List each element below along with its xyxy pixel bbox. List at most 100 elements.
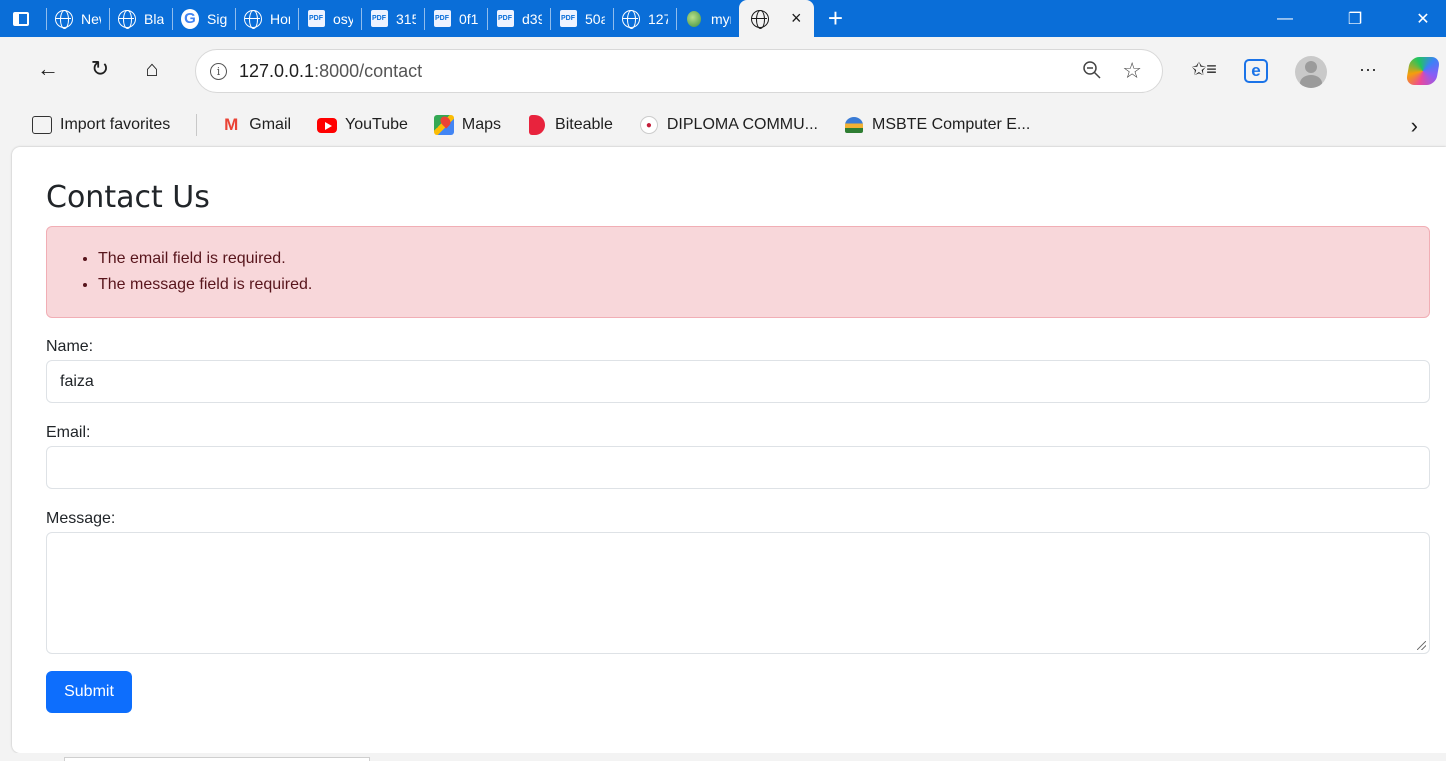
globe-icon — [244, 9, 262, 29]
url-text[interactable]: 127.0.0.1:8000/contact — [239, 61, 422, 82]
google-icon: G — [181, 8, 199, 29]
tab-label: myr — [711, 10, 731, 27]
favorite-msbte[interactable]: MSBTE Computer E... — [844, 115, 1030, 135]
msbte-icon — [844, 115, 864, 135]
close-window-button[interactable]: ✕ — [1400, 0, 1446, 37]
favorite-diploma[interactable]: ● DIPLOMA COMMU... — [639, 115, 818, 135]
error-alert: The email field is required. The message… — [46, 226, 1430, 318]
tab-osy[interactable]: PDF osy — [294, 0, 357, 37]
tab-new[interactable]: New — [42, 0, 105, 37]
pdf-icon: PDF — [370, 10, 388, 28]
tab-separator — [550, 7, 551, 30]
tab-127[interactable]: 127. — [609, 0, 672, 37]
tab-0f1e[interactable]: PDF 0f1e — [420, 0, 483, 37]
tab-separator — [361, 7, 362, 30]
tab-315[interactable]: PDF 315 — [357, 0, 420, 37]
favorite-star-icon[interactable]: ☆ — [1122, 58, 1142, 84]
pdf-icon: PDF — [433, 10, 451, 28]
profile-avatar[interactable] — [1295, 56, 1327, 88]
page-viewport: Contact Us The email field is required. … — [12, 147, 1446, 753]
maps-icon — [433, 115, 454, 135]
more-options-button[interactable]: ··· — [1351, 52, 1385, 86]
drop-icon — [685, 10, 703, 28]
back-button[interactable]: ← — [31, 52, 65, 86]
email-label: Email: — [46, 424, 91, 441]
tab-actions-button[interactable] — [0, 0, 42, 37]
navigation-toolbar: ← ↻ ⌂ i 127.0.0.1:8000/contact ☆ ✩≡ e ··… — [0, 37, 1446, 105]
new-tab-button[interactable]: + — [814, 3, 858, 34]
globe-icon — [751, 9, 769, 29]
minimize-button[interactable]: — — [1262, 0, 1308, 37]
message-label: Message: — [46, 510, 116, 527]
tab-separator — [46, 7, 47, 30]
error-list: The email field is required. The message… — [98, 246, 1429, 298]
tab-myr[interactable]: myr — [672, 0, 735, 37]
home-button[interactable]: ⌂ — [135, 52, 169, 86]
tab-home[interactable]: Hon — [231, 0, 294, 37]
address-bar[interactable]: i 127.0.0.1:8000/contact ☆ — [195, 49, 1163, 93]
youtube-icon — [317, 115, 338, 135]
tab-label: osy — [333, 10, 353, 27]
tab-separator — [613, 7, 614, 30]
globe-icon — [55, 9, 73, 29]
copilot-icon[interactable] — [1405, 57, 1441, 85]
close-tab-icon[interactable]: × — [791, 8, 802, 29]
tab-separator — [676, 7, 677, 30]
zoom-out-icon[interactable] — [1082, 60, 1102, 85]
tab-active[interactable]: × — [739, 0, 814, 37]
globe-icon — [622, 9, 640, 29]
reload-button[interactable]: ↻ — [83, 52, 117, 86]
tab-separator — [487, 7, 488, 30]
tab-label: Blac — [144, 10, 164, 27]
tab-label: Sign — [207, 10, 227, 27]
error-item: The message field is required. — [98, 272, 1429, 298]
favorite-maps[interactable]: Maps — [433, 115, 501, 135]
name-input[interactable]: faiza — [46, 360, 1430, 403]
favorite-gmail[interactable]: M Gmail — [221, 115, 291, 135]
globe-icon — [118, 9, 136, 29]
diploma-icon: ● — [639, 115, 659, 135]
name-label: Name: — [46, 338, 94, 355]
pdf-icon: PDF — [307, 10, 325, 28]
tab-label: 50a — [585, 10, 605, 27]
tab-label: d39 — [522, 10, 542, 27]
restore-button[interactable]: ❐ — [1332, 0, 1378, 37]
favorites-list-icon[interactable]: ✩≡ — [1187, 52, 1221, 86]
page-title: Contact Us — [46, 180, 210, 215]
favorite-biteable[interactable]: Biteable — [527, 115, 613, 135]
tab-black[interactable]: Blac — [105, 0, 168, 37]
tab-separator — [235, 7, 236, 30]
import-icon — [32, 115, 52, 135]
favorites-overflow-button[interactable]: › — [1411, 113, 1418, 139]
favorites-separator — [196, 114, 198, 136]
pdf-icon: PDF — [496, 10, 514, 28]
gmail-icon: M — [224, 115, 239, 134]
message-textarea[interactable] — [46, 532, 1430, 654]
tab-50a[interactable]: PDF 50a — [546, 0, 609, 37]
tab-actions-icon — [13, 11, 29, 26]
tab-label: New — [81, 10, 101, 27]
tab-separator — [172, 7, 173, 30]
submit-button[interactable]: Submit — [46, 671, 132, 713]
error-item: The email field is required. — [98, 246, 1429, 272]
favorite-import[interactable]: Import favorites — [32, 115, 170, 135]
tab-sign-in[interactable]: G Sign — [168, 0, 231, 37]
tab-separator — [109, 7, 110, 30]
pdf-icon: PDF — [559, 10, 577, 28]
bottom-panel — [64, 757, 370, 761]
favorites-bar: Import favorites M Gmail YouTube Maps Bi… — [0, 105, 1446, 145]
edge-icon[interactable]: e — [1244, 59, 1268, 83]
tab-label: 127. — [648, 10, 668, 27]
tab-separator — [298, 7, 299, 30]
resize-handle-icon[interactable] — [1417, 641, 1426, 650]
tab-label: 315 — [396, 10, 416, 27]
tab-separator — [424, 7, 425, 30]
favorite-youtube[interactable]: YouTube — [317, 115, 408, 135]
site-info-icon[interactable]: i — [210, 62, 227, 80]
tab-label: Hon — [270, 10, 290, 27]
email-input[interactable] — [46, 446, 1430, 489]
biteable-icon — [527, 115, 547, 135]
tab-strip: New Blac G Sign Hon PDF osy PDF 315 PDF … — [0, 0, 1446, 37]
tab-label: 0f1e — [459, 10, 479, 27]
tab-d39[interactable]: PDF d39 — [483, 0, 546, 37]
